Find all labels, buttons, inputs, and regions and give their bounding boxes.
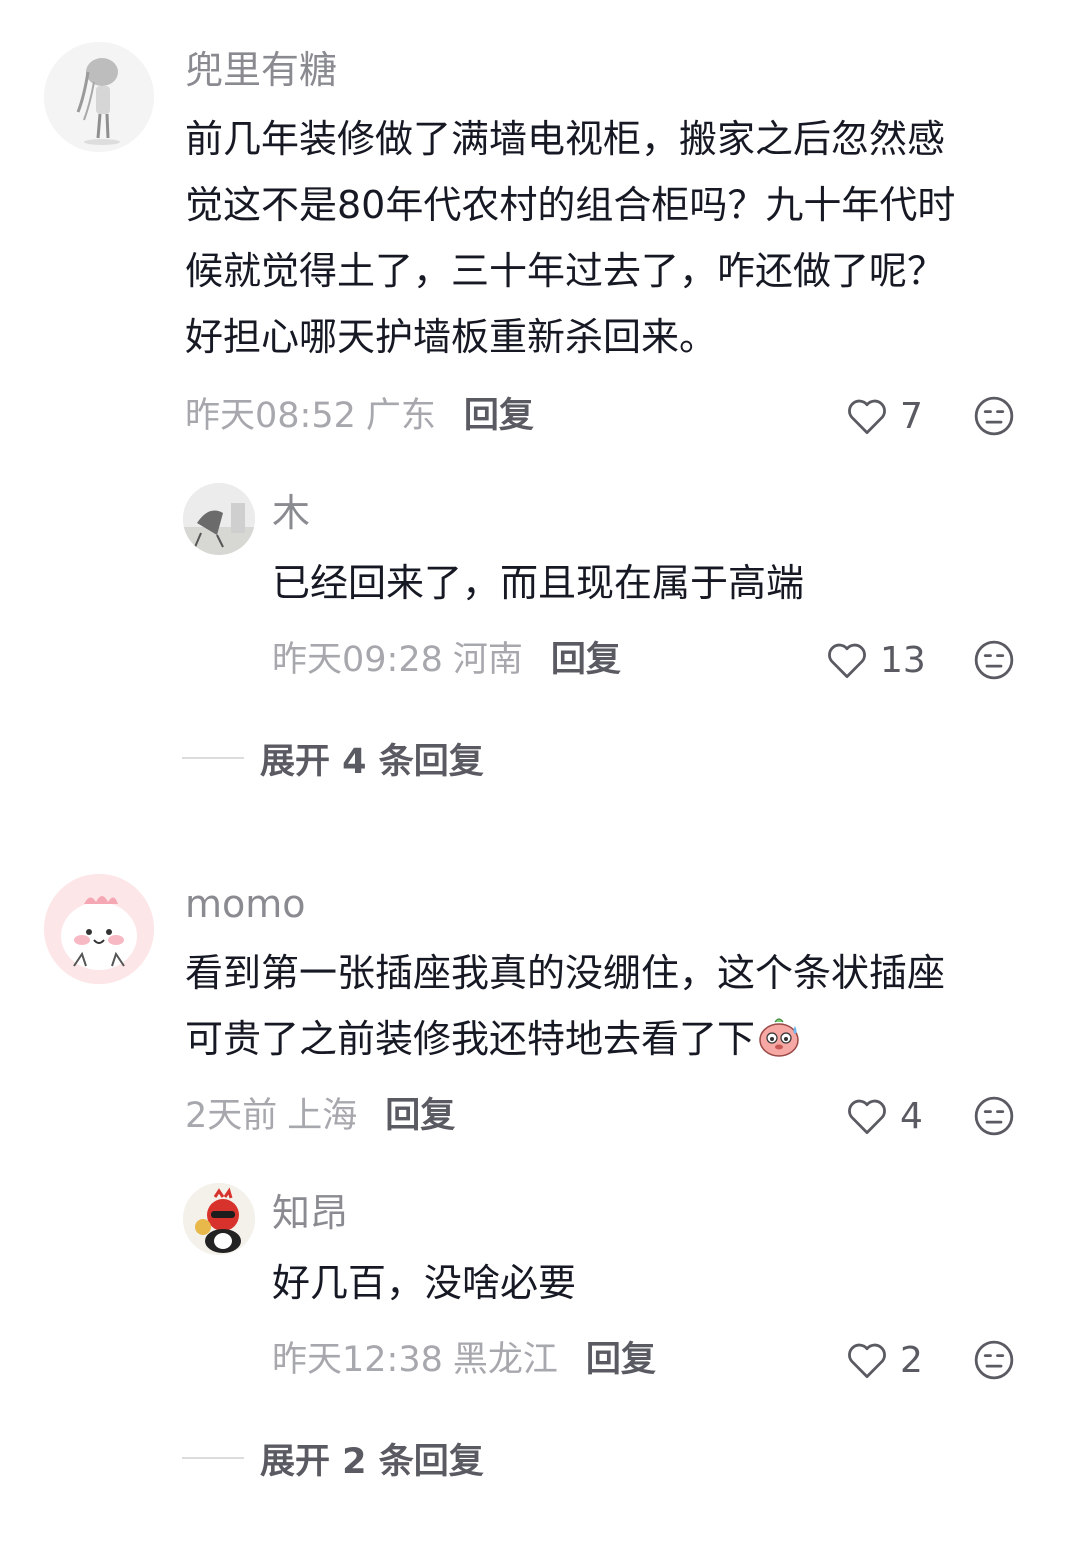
reply-button[interactable]: 回复 <box>551 640 621 680</box>
location: 黑龙江 <box>452 1340 558 1380</box>
avatar[interactable] <box>183 1183 255 1255</box>
reply-text: 好几百，没啥必要 <box>272 1261 577 1305</box>
timestamp: 昨天08:52 <box>185 396 356 436</box>
comment-text-line: 可贵了之前装修我还特地去看了下 <box>185 1017 756 1061</box>
like-button[interactable]: 4 <box>846 1094 923 1138</box>
comment-meta: 2天前 上海 回复 <box>185 1094 455 1138</box>
username[interactable]: 兜里有糖 <box>185 48 337 92</box>
divider-line <box>182 757 244 759</box>
location: 河南 <box>452 640 523 680</box>
heart-outline-icon <box>828 643 866 679</box>
like-count: 4 <box>900 1095 923 1137</box>
neutral-face-icon <box>974 396 1014 436</box>
like-count: 13 <box>880 639 926 681</box>
avatar[interactable] <box>44 874 154 984</box>
comment-meta: 昨天08:52 广东 回复 <box>185 394 534 438</box>
expand-replies-label: 展开 2 条回复 <box>260 1441 484 1482</box>
avatar-girl-sketch-image <box>44 42 154 152</box>
neutral-face-icon <box>974 640 1014 680</box>
avatar[interactable] <box>44 42 154 152</box>
username[interactable]: 木 <box>272 491 310 535</box>
comment-text-line: 觉这不是80年代农村的组合柜吗？九十年代时 <box>185 183 956 227</box>
comment-text-line: 候就觉得土了，三十年过去了，咋还做了呢？ <box>185 249 946 293</box>
like-button[interactable]: 2 <box>846 1338 923 1382</box>
like-button[interactable]: 7 <box>846 394 923 438</box>
comment-text: 前几年装修做了满墙电视柜，搬家之后忽然感 觉这不是80年代农村的组合柜吗？九十年… <box>185 106 955 370</box>
divider-line <box>182 1457 244 1459</box>
heart-outline-icon <box>848 1099 886 1135</box>
location: 上海 <box>287 1096 358 1136</box>
username[interactable]: momo <box>185 882 306 926</box>
reply-button[interactable]: 回复 <box>464 396 534 436</box>
emoji-reaction-button[interactable] <box>973 1339 1015 1381</box>
like-count: 2 <box>900 1339 923 1381</box>
reply-button[interactable]: 回复 <box>385 1096 455 1136</box>
location: 广东 <box>365 396 436 436</box>
reply-text: 已经回来了，而且现在属于高端 <box>272 561 805 605</box>
avatar-chair-photo-image <box>183 483 255 555</box>
neutral-face-icon <box>974 1096 1014 1136</box>
reply-meta: 昨天09:28 河南 回复 <box>272 638 621 682</box>
avatar-pink-cartoon-image <box>44 874 154 984</box>
comment-text-line: 看到第一张插座我真的没绷住，这个条状插座 <box>185 951 946 995</box>
avatar[interactable] <box>183 483 255 555</box>
heart-outline-icon <box>848 1343 886 1379</box>
comment-text-line: 好担心哪天护墙板重新杀回来。 <box>185 315 718 359</box>
expand-replies-label: 展开 4 条回复 <box>260 741 484 782</box>
reply-meta: 昨天12:38 黑龙江 回复 <box>272 1338 656 1382</box>
emoji-reaction-button[interactable] <box>973 639 1015 681</box>
emoji-reaction-button[interactable] <box>973 395 1015 437</box>
heart-outline-icon <box>848 399 886 435</box>
timestamp: 2天前 <box>185 1096 278 1136</box>
like-button[interactable]: 13 <box>826 638 926 682</box>
timestamp: 昨天09:28 <box>272 640 443 680</box>
username[interactable]: 知昂 <box>272 1191 348 1235</box>
avatar-cartoon-character-image <box>183 1183 255 1255</box>
sweat-pig-emoji-icon <box>759 1018 799 1057</box>
timestamp: 昨天12:38 <box>272 1340 443 1380</box>
expand-replies-button[interactable]: 展开 2 条回复 <box>182 1436 484 1482</box>
comment-text-line-with-emoji: 可贵了之前装修我还特地去看了下 <box>185 1006 945 1072</box>
emoji-reaction-button[interactable] <box>973 1095 1015 1137</box>
comment-text: 看到第一张插座我真的没绷住，这个条状插座 可贵了之前装修我还特地去看了下 <box>185 940 945 1072</box>
comment-text-line: 前几年装修做了满墙电视柜，搬家之后忽然感 <box>185 117 946 161</box>
reply-button[interactable]: 回复 <box>586 1340 656 1380</box>
expand-replies-button[interactable]: 展开 4 条回复 <box>182 736 484 782</box>
neutral-face-icon <box>974 1340 1014 1380</box>
like-count: 7 <box>900 395 923 437</box>
